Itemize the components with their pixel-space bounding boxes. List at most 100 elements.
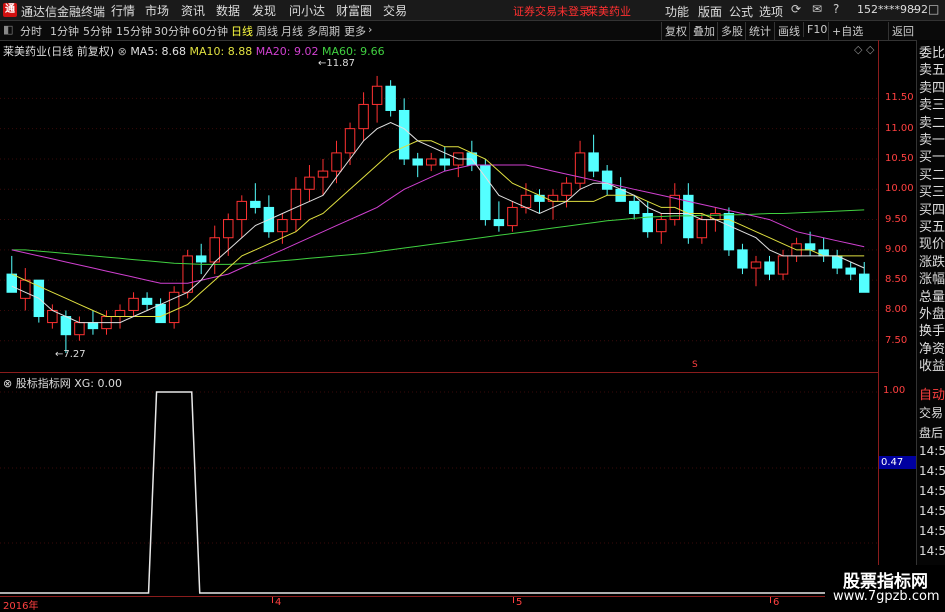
quote-field-label: 涨幅 — [919, 272, 945, 288]
indicator-settings-icon[interactable]: ⊗ — [118, 45, 127, 58]
price-tick-label: 10.50 — [885, 152, 914, 164]
candle-body — [425, 158, 437, 166]
menu-gongshi[interactable]: 公式 — [729, 3, 753, 20]
chart-diamond-icon-2[interactable]: ◇ — [866, 43, 874, 56]
indicator-pane[interactable]: ⊗ 股标指标网 XG: 0.00 — [0, 373, 878, 596]
btn-back[interactable]: 返回 — [888, 22, 917, 40]
period-30min[interactable]: 30分钟 — [154, 23, 190, 39]
indicator-settings-icon-2[interactable]: ⊗ — [3, 377, 16, 390]
candle-body — [60, 316, 72, 336]
period-60min[interactable]: 60分钟 — [192, 23, 228, 39]
low-price-label: ←7.27 — [55, 349, 86, 360]
candle-body — [304, 176, 315, 190]
btn-diejia[interactable]: 叠加 — [689, 22, 718, 40]
quote-field-label: 买五 — [919, 220, 945, 235]
candle-body — [547, 194, 559, 202]
minimize-icon[interactable]: – — [912, 2, 918, 16]
candle-body — [628, 200, 640, 215]
ma5-label: MA5: 8.68 — [130, 45, 187, 58]
candle-body — [385, 85, 396, 111]
btn-fuquan[interactable]: 复权 — [661, 22, 690, 40]
sell-marker: S — [692, 360, 698, 370]
tick-list-item: 交易 — [919, 406, 944, 420]
date-label-apr: 4 — [275, 597, 282, 608]
quote-field-label: 净资 — [919, 341, 945, 357]
candle-body — [777, 255, 789, 275]
btn-tongji[interactable]: 统计 — [745, 22, 774, 40]
chart-diamond-icon[interactable]: ◇ — [854, 43, 862, 56]
ma60-line — [11, 209, 865, 265]
menu-hangqing[interactable]: 行情 — [111, 2, 135, 19]
maximize-icon[interactable]: □ — [928, 2, 939, 16]
date-label-year: 2016年 — [3, 601, 39, 612]
candle-body — [155, 303, 166, 324]
xg-signal-line — [0, 391, 878, 594]
tick-list-item: 盘后 — [919, 426, 944, 440]
candle-body — [128, 297, 139, 311]
candle-body — [696, 219, 708, 239]
period-5min[interactable]: 5分钟 — [83, 23, 112, 39]
candle-body — [818, 249, 829, 257]
period-daily[interactable]: 日线 — [231, 23, 253, 39]
indicator-label: ⊗ 股标指标网 XG: 0.00 — [3, 377, 122, 390]
candlestick-chart[interactable]: 莱美药业(日线 前复权) ⊗ MA5: 8.68 MA10: 8.88 MA20… — [0, 40, 878, 372]
watermark-line2: www.7gpzb.com — [833, 589, 940, 604]
period-monthly[interactable]: 月线 — [281, 23, 303, 39]
quote-field-label: 换手 — [919, 324, 945, 340]
period-more[interactable]: 更多 — [344, 23, 366, 39]
indicator-svg — [0, 391, 878, 594]
candle-body — [750, 261, 762, 269]
btn-duogu[interactable]: 多股 — [717, 22, 746, 40]
trade-login-warning[interactable]: 证券交易未登录 — [513, 3, 590, 19]
candle-body — [74, 322, 85, 336]
menu-caifuquan[interactable]: 财富圈 — [336, 2, 372, 19]
menu-faxian[interactable]: 发现 — [252, 2, 276, 19]
candle-body — [236, 200, 248, 221]
btn-f10[interactable]: F10 — [803, 22, 830, 37]
quote-field-label: 现价 — [919, 237, 945, 253]
price-axis: 11.50 11.00 10.50 10.00 9.50 9.00 8.50 8.00 7.50… — [878, 40, 917, 596]
candle-body — [804, 243, 816, 251]
menu-banmian[interactable]: 版面 — [698, 3, 722, 20]
menu-jiaoyi[interactable]: 交易 — [383, 2, 407, 19]
menu-zixun[interactable]: 资讯 — [181, 2, 205, 19]
btn-huaxian[interactable]: 画线 — [774, 22, 803, 40]
period-toolbar: ◧ 分时 1分钟 5分钟 15分钟 30分钟 60分钟 日线 周线 月线 多周期… — [0, 21, 945, 41]
period-1min[interactable]: 1分钟 — [50, 23, 79, 39]
candle-body — [223, 219, 234, 239]
ma20-line — [11, 164, 865, 284]
help-icon[interactable]: ? — [833, 2, 839, 16]
quote-field-label: 卖五 — [919, 63, 945, 79]
message-icon[interactable]: ✉ — [812, 2, 822, 16]
menu-shuju[interactable]: 数据 — [216, 2, 240, 19]
auto-label[interactable]: 自动 — [919, 384, 945, 403]
candle-body — [601, 170, 613, 190]
quote-panel: 委比 卖五 卖四 卖三 卖二 卖一 买一 买二 买三 买四 买五 现价 涨跌 涨幅 总量 外盘 换手 净资 收益 自… — [916, 40, 945, 609]
period-fenshi[interactable]: 分时 — [20, 23, 42, 39]
tick-list-item: 14:5 — [919, 524, 945, 538]
toolbar-left-arrow-icon[interactable]: ◧ — [3, 23, 13, 36]
refresh-icon[interactable]: ⟳ — [791, 2, 801, 16]
price-tick-label: 7.50 — [885, 334, 908, 346]
menu-shichang[interactable]: 市场 — [145, 2, 169, 19]
period-multi[interactable]: 多周期 — [307, 23, 340, 39]
high-price-label: ←11.87 — [318, 58, 356, 69]
menu-xuanxiang[interactable]: 选项 — [759, 3, 783, 20]
price-tick-label: 10.00 — [885, 183, 914, 195]
ma60-label: MA60: 9.66 — [321, 45, 385, 58]
menu-gongneng[interactable]: 功能 — [665, 3, 689, 20]
candle-body — [195, 255, 207, 263]
chevron-right-icon[interactable]: › — [368, 23, 372, 36]
period-weekly[interactable]: 周线 — [256, 23, 278, 39]
candle-body — [737, 249, 748, 269]
stock-period-label: 莱美药业(日线 前复权) — [3, 45, 115, 58]
menu-wenxiaoda[interactable]: 问小达 — [289, 2, 325, 19]
date-label-may: 5 — [516, 597, 523, 608]
btn-add-watchlist[interactable]: +自选 — [828, 22, 866, 40]
tick-list-item: 14:5 — [919, 464, 945, 478]
candle-body — [710, 213, 721, 221]
candle-body — [344, 128, 356, 154]
quote-field-label: 买四 — [919, 202, 945, 218]
period-15min[interactable]: 15分钟 — [116, 23, 152, 39]
price-tick-label: 8.50 — [885, 274, 908, 286]
